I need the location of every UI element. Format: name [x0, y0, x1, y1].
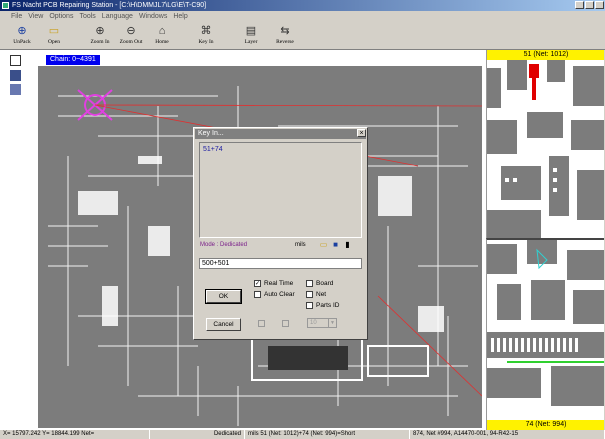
dialog-close-button[interactable]: × — [357, 129, 366, 137]
real-time-label: Real Time — [264, 280, 294, 287]
palette-swatch-dark[interactable] — [10, 70, 21, 81]
layer-button[interactable]: ▤ Layer — [235, 24, 267, 48]
zoom-out-label: Zoom Out — [119, 39, 143, 45]
title-bar: FS Nacht PCB Repairing Station - [C:\H\D… — [0, 0, 605, 11]
unpack-button[interactable]: ⊕ UnPack — [6, 24, 38, 48]
reverse-button[interactable]: ⇆ Reverse — [269, 24, 301, 48]
net-label-top: 51 (Net: 1012) — [487, 50, 604, 60]
layer-icon: ▤ — [245, 25, 257, 37]
menu-language[interactable]: Language — [99, 11, 136, 22]
key-in-history-list[interactable]: 51+74 — [199, 142, 362, 238]
net-check[interactable] — [306, 291, 313, 298]
status-bar: X= 15797.242 Y= 18844.199 Net= Dedicated… — [0, 430, 605, 439]
unit-label: mils — [295, 242, 306, 248]
home-icon: ⌂ — [158, 25, 166, 37]
auto-clear-label: Auto Clear — [264, 291, 295, 298]
reverse-icon: ⇆ — [280, 25, 290, 37]
status-coords: X= 15797.242 Y= 18844.199 Net= — [0, 430, 150, 439]
width-spinbox: 10 ▼ — [307, 318, 337, 328]
disabled-checkbox-2 — [282, 320, 289, 327]
parts-id-label: Parts ID — [316, 302, 340, 309]
key-in-button[interactable]: ⌘ Key In — [190, 24, 222, 48]
menu-bar: File View Options Tools Language Windows… — [0, 11, 605, 22]
palette-swatch-mid[interactable] — [10, 84, 21, 95]
menu-tools[interactable]: Tools — [76, 11, 98, 22]
ok-button[interactable]: OK — [205, 289, 242, 304]
open-folder-icon: ▭ — [48, 25, 60, 37]
minimize-button[interactable] — [575, 1, 584, 9]
menu-windows[interactable]: Windows — [136, 11, 170, 22]
menu-view[interactable]: View — [25, 11, 46, 22]
unpack-label: UnPack — [13, 39, 31, 45]
key-in-icon: ⌘ — [200, 25, 212, 37]
palette-swatch-white[interactable] — [10, 55, 21, 66]
parts-id-checkbox[interactable]: Parts ID — [306, 302, 339, 309]
home-label: Home — [155, 39, 169, 45]
zoom-out-icon: ⊖ — [126, 25, 136, 37]
open-button[interactable]: ▭ Open — [38, 24, 70, 48]
net-view-bottom-art — [487, 240, 604, 420]
key-in-input[interactable]: 500+501 — [199, 258, 362, 269]
status-mode: Dedicated — [150, 430, 245, 439]
spin-arrow-icon: ▼ — [328, 319, 336, 327]
zoom-in-button[interactable]: ⊕ Zoom In — [84, 24, 116, 48]
zoom-in-icon: ⊕ — [95, 25, 105, 37]
window-title: FS Nacht PCB Repairing Station - [C:\H\D… — [12, 2, 207, 9]
menu-file[interactable]: File — [8, 11, 25, 22]
key-in-dialog: Key In... × 51+74 Mode : Dedicated mils … — [193, 127, 368, 340]
reverse-label: Reverse — [276, 39, 294, 45]
home-button[interactable]: ⌂ Home — [146, 24, 178, 48]
board-label: Board — [316, 280, 334, 287]
status-measure: mils 51 (Net: 1012)+74 (Net: 994)=Short — [245, 430, 410, 439]
cancel-button[interactable]: Cancel — [206, 318, 241, 331]
net-view-top[interactable]: 51 (Net: 1012) — [486, 50, 604, 238]
status-part: 874, Net #994, A14470-001, 94-R42-15 — [410, 430, 605, 439]
layer-label: Layer — [244, 39, 258, 45]
window-controls — [575, 1, 604, 9]
net-view-bottom[interactable]: 74 (Net: 994) — [486, 238, 604, 430]
zoom-in-label: Zoom In — [90, 39, 110, 45]
auto-clear-check[interactable] — [254, 291, 261, 298]
maximize-button[interactable] — [585, 1, 594, 9]
delete-icon[interactable]: ▮ — [343, 240, 352, 249]
app-icon — [2, 2, 9, 9]
net-label-bottom: 74 (Net: 994) — [487, 420, 604, 430]
net-checkbox[interactable]: Net — [306, 291, 326, 298]
spin-value: 10 — [310, 320, 317, 326]
menu-help[interactable]: Help — [170, 11, 190, 22]
disabled-checkbox-1 — [258, 320, 265, 327]
board-checkbox[interactable]: Board — [306, 280, 333, 287]
open-file-icon[interactable]: ▭ — [319, 240, 328, 249]
key-in-label: Key In — [198, 39, 214, 45]
dialog-title: Key In... — [195, 129, 366, 139]
real-time-check[interactable]: ✓ — [254, 280, 261, 287]
parts-id-check[interactable] — [306, 302, 313, 309]
history-item[interactable]: 51+74 — [203, 146, 223, 153]
toolbar: ⊕ UnPack ▭ Open ⊕ Zoom In ⊖ Zoom Out ⌂ H… — [0, 22, 605, 50]
net-label: Net — [316, 291, 327, 298]
open-label: Open — [48, 39, 60, 45]
real-time-checkbox[interactable]: ✓ Real Time — [254, 280, 293, 287]
color-palette — [0, 50, 22, 430]
mode-label: Mode : Dedicated — [200, 242, 248, 248]
close-button[interactable] — [595, 1, 604, 9]
auto-clear-checkbox[interactable]: Auto Clear — [254, 291, 295, 298]
zoom-out-button[interactable]: ⊖ Zoom Out — [115, 24, 147, 48]
chain-label: Chain: 0~4391 — [46, 55, 100, 65]
unpack-icon: ⊕ — [17, 25, 27, 37]
save-icon[interactable]: ■ — [331, 240, 340, 249]
menu-options[interactable]: Options — [46, 11, 76, 22]
board-check[interactable] — [306, 280, 313, 287]
net-view-top-art — [487, 60, 604, 238]
